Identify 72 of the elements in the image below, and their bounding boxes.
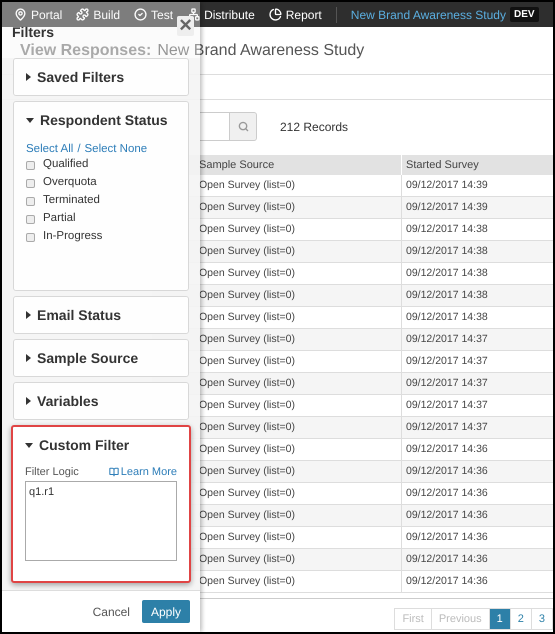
network-icon: [187, 8, 200, 21]
filter-logic-field[interactable]: q1.r1: [25, 481, 177, 561]
select-none-link[interactable]: Select None: [84, 142, 148, 156]
table-cell-text: 09/12/2017 14:38: [405, 266, 489, 281]
column-header: Started Survey: [405, 158, 480, 173]
nav-link[interactable]: Test: [134, 6, 174, 24]
table-cell-text: 09/12/2017 14:37: [405, 376, 489, 391]
caret-down-icon: [25, 442, 33, 448]
section-header[interactable]: Saved Filters: [26, 67, 124, 87]
caret-right-icon: [26, 73, 31, 81]
section-header[interactable]: Custom Filter: [25, 435, 130, 455]
caret-right-icon: [26, 397, 31, 405]
table-cell-text: 09/12/2017 14:39: [405, 200, 489, 215]
field-label: Filter Logic: [25, 465, 79, 479]
caret-right-icon: [26, 311, 31, 319]
record-count: 212 Records: [280, 118, 348, 136]
page-button[interactable]: 1: [488, 608, 511, 630]
checkbox-label: Qualified: [43, 157, 88, 172]
page-button[interactable]: 3: [530, 608, 553, 630]
table-cell-text: 09/12/2017 14:37: [405, 354, 489, 369]
table-cell-text: 09/12/2017 14:38: [405, 222, 489, 237]
checkbox[interactable]: [26, 214, 35, 224]
search-button[interactable]: [230, 112, 257, 141]
section-header[interactable]: Sample Source: [26, 348, 138, 368]
cancel-button[interactable]: Cancel: [92, 602, 130, 620]
nav-link[interactable]: Portal: [14, 6, 62, 24]
table-cell-text: 09/12/2017 14:36: [405, 574, 489, 589]
table-cell-text: 09/12/2017 14:39: [405, 178, 489, 193]
survey-title: New Brand Awareness Study: [157, 40, 364, 60]
section-header[interactable]: Variables: [26, 391, 98, 411]
table-cell-text: 09/12/2017 14:37: [405, 332, 489, 347]
table-cell-text: 09/12/2017 14:36: [405, 442, 489, 457]
caret-right-icon: [26, 354, 31, 362]
checkbox-label: Partial: [43, 211, 76, 226]
apply-button[interactable]: Apply: [142, 600, 190, 623]
table-cell-text: 09/12/2017 14:36: [405, 552, 489, 567]
table-cell-text: 09/12/2017 14:38: [405, 310, 489, 325]
puzzle-icon: [76, 8, 90, 21]
page-heading: View Responses:: [20, 40, 152, 60]
page-button[interactable]: 2: [510, 608, 532, 630]
search-icon: [238, 121, 248, 132]
project-link[interactable]: New Brand Awareness Study: [350, 6, 506, 24]
checkbox-label: Terminated: [43, 193, 100, 208]
dev-badge: DEV: [510, 7, 539, 22]
section-header[interactable]: Email Status: [26, 305, 122, 325]
table-cell-text: 09/12/2017 14:36: [405, 530, 489, 545]
close-button[interactable]: ×: [177, 16, 194, 36]
nav-link[interactable]: Report: [268, 6, 322, 24]
nav-link[interactable]: Build: [76, 6, 120, 24]
search-field[interactable]: [200, 112, 230, 141]
checkbox[interactable]: [26, 178, 35, 188]
book-icon: [108, 467, 119, 477]
caret-down-icon: [26, 118, 34, 122]
pie-chart-icon: [268, 8, 282, 21]
checkbox-label: Overquota: [43, 175, 97, 190]
table-cell-text: 09/12/2017 14:36: [405, 486, 489, 501]
checkbox[interactable]: [26, 196, 35, 206]
table-cell-text: 09/12/2017 14:38: [405, 288, 489, 303]
table-cell-text: 09/12/2017 14:37: [405, 398, 489, 413]
section-header[interactable]: Respondent Status: [26, 110, 168, 130]
checkbox[interactable]: [26, 232, 35, 242]
table-cell-text: 09/12/2017 14:36: [405, 508, 489, 523]
table-cell-text: 09/12/2017 14:37: [405, 420, 489, 435]
check-circle-icon: [134, 8, 148, 21]
checkbox[interactable]: [26, 160, 35, 170]
separator-text: /: [77, 142, 81, 156]
panel-title: Filters: [12, 23, 54, 42]
select-all-link[interactable]: Select All: [26, 142, 74, 156]
map-pin-icon: [14, 8, 27, 21]
table-cell-text: 09/12/2017 14:36: [405, 464, 489, 479]
checkbox-label: In-Progress: [43, 229, 102, 244]
table-cell-text: 09/12/2017 14:38: [405, 244, 489, 259]
